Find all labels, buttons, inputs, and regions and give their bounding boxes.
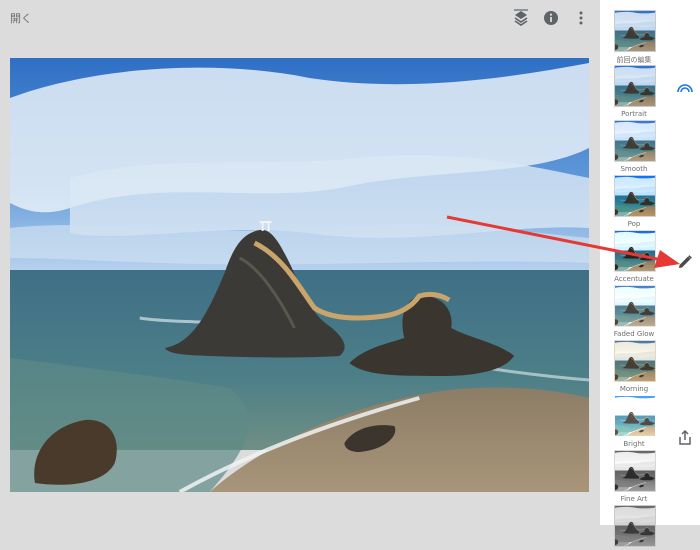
look-thumbnail — [614, 120, 656, 162]
look-item[interactable]: Fine Art — [614, 450, 656, 503]
top-toolbar: 開く — [0, 0, 600, 36]
look-thumbnail — [614, 65, 656, 107]
look-thumbnail — [614, 395, 656, 437]
look-thumbnail — [614, 230, 656, 272]
look-item[interactable]: Bright — [614, 395, 656, 448]
edit-pencil-icon[interactable] — [676, 253, 694, 271]
look-label: Morning — [619, 385, 649, 393]
look-label: Bright — [623, 440, 645, 448]
look-item[interactable]: Morning — [614, 340, 656, 393]
photo-image — [10, 58, 589, 492]
look-item[interactable]: Accentuate — [614, 230, 656, 283]
look-item[interactable]: Smooth — [614, 120, 656, 173]
look-item[interactable]: Portrait — [614, 65, 656, 118]
info-icon[interactable] — [542, 9, 560, 27]
look-item[interactable] — [614, 505, 656, 550]
look-thumbnail — [614, 340, 656, 382]
look-label: Smooth — [620, 165, 648, 173]
export-share-icon[interactable] — [676, 429, 694, 447]
looks-rainbow-icon[interactable] — [676, 79, 694, 97]
look-label: Faded Glow — [613, 330, 655, 338]
look-item[interactable]: Faded Glow — [614, 285, 656, 338]
look-item[interactable]: Pop — [614, 175, 656, 228]
look-label: Pop — [627, 220, 641, 228]
photo-canvas[interactable] — [10, 58, 589, 492]
look-label: Fine Art — [620, 495, 648, 503]
look-thumbnail — [614, 505, 656, 547]
look-item[interactable]: 前回の編集 — [614, 10, 656, 65]
look-thumbnail — [614, 10, 656, 52]
open-button[interactable]: 開く — [10, 10, 32, 26]
more-vertical-icon[interactable] — [572, 9, 590, 27]
look-label: Accentuate — [614, 275, 654, 283]
look-label: 前回の編集 — [616, 56, 652, 64]
look-thumbnail — [614, 175, 656, 217]
layers-stack-icon[interactable] — [512, 9, 530, 27]
look-label: Portrait — [621, 110, 647, 118]
look-thumbnail — [614, 285, 656, 327]
look-thumbnail — [614, 450, 656, 492]
